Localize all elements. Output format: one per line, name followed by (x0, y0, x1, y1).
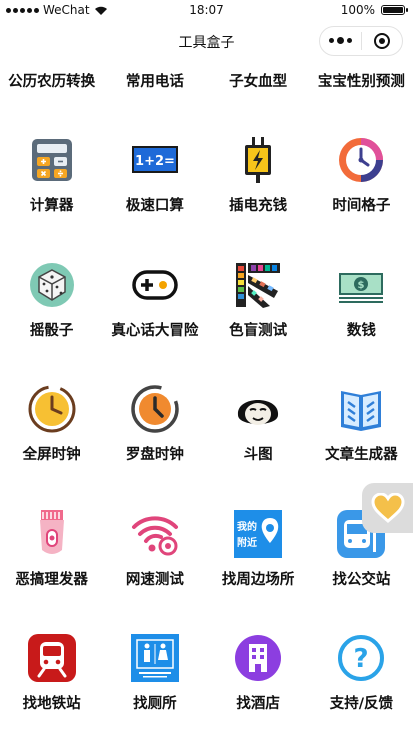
tool-row: 摇骰子 真心话大冒险 色盲测试 $ 数钱 (0, 261, 413, 361)
link-child-blood-type[interactable]: 子女血型 (207, 70, 310, 92)
tool-label: 找周边场所 (221, 572, 295, 588)
tool-row: 恶搞理发器 网速测试 我的 附近 找周边场所 找公交站 (0, 510, 413, 610)
tool-label: 时间格子 (332, 198, 391, 214)
tool-count-money[interactable]: $ 数钱 (310, 261, 413, 361)
link-common-phones[interactable]: 常用电话 (103, 70, 206, 92)
gamepad-icon (131, 261, 179, 309)
heart-icon (370, 493, 405, 523)
tool-label: 恶搞理发器 (15, 572, 88, 588)
tool-article-generator[interactable]: 文章生成器 (310, 385, 413, 485)
tool-label: 文章生成器 (325, 447, 398, 463)
tool-label: 数钱 (346, 323, 376, 339)
nearby-icon: 我的 附近 (234, 510, 283, 558)
tool-find-toilet[interactable]: 找厕所 (103, 634, 206, 734)
tool-row: 找地铁站 找厕所 找酒店 ? 支持/反馈 (0, 634, 413, 734)
subway-icon (27, 634, 76, 682)
fullscreen-clock-icon (28, 385, 76, 433)
battery-percent: 100% (340, 3, 375, 17)
tool-truth-or-dare[interactable]: 真心话大冒险 (103, 261, 206, 361)
svg-text:$: $ (358, 280, 365, 291)
clock-icon (337, 136, 385, 184)
nearby-icon-line2: 附近 (237, 536, 257, 549)
help-icon-glyph: ? (354, 644, 369, 674)
tool-find-subway[interactable]: 找地铁站 (0, 634, 103, 734)
money-icon: $ (337, 261, 385, 309)
svg-text:1+2=: 1+2= (135, 154, 175, 169)
tool-label: 全屏时钟 (22, 447, 81, 463)
tool-speed-test[interactable]: 网速测试 (103, 510, 206, 610)
tool-label: 找厕所 (133, 696, 177, 712)
tool-calculator[interactable]: 计算器 (0, 136, 103, 236)
nearby-icon-line1: 我的 (237, 520, 257, 533)
tool-label: 计算器 (29, 198, 74, 214)
tool-support-feedback[interactable]: ? 支持/反馈 (310, 634, 413, 734)
floating-favorite-button[interactable] (362, 483, 413, 533)
mini-program-capsule (319, 26, 403, 56)
tool-label: 插电充钱 (229, 198, 288, 214)
plug-icon (234, 136, 282, 184)
tool-label: 色盲测试 (229, 323, 288, 339)
top-links-row: 公历农历转换 常用电话 子女血型 宝宝性别预测 (0, 70, 413, 92)
dice-icon (28, 261, 76, 309)
palette-icon (234, 261, 282, 309)
tool-find-nearby[interactable]: 我的 附近 找周边场所 (207, 510, 310, 610)
tool-label: 斗图 (243, 447, 273, 463)
tool-time-grid[interactable]: 时间格子 (310, 136, 413, 236)
tool-label: 找地铁站 (22, 696, 81, 712)
tool-dice[interactable]: 摇骰子 (0, 261, 103, 361)
tool-color-blind-test[interactable]: 色盲测试 (207, 261, 310, 361)
tool-prank-hair-clipper[interactable]: 恶搞理发器 (0, 510, 103, 610)
help-icon: ? (337, 634, 385, 682)
tool-fullscreen-clock[interactable]: 全屏时钟 (0, 385, 103, 485)
battery-status: 100% (340, 3, 408, 17)
tool-label: 找酒店 (236, 696, 280, 712)
close-target-icon (373, 33, 390, 49)
tool-compass-clock[interactable]: 罗盘时钟 (103, 385, 206, 485)
tool-meme[interactable]: 斗图 (207, 385, 310, 485)
link-baby-gender[interactable]: 宝宝性别预测 (310, 70, 413, 92)
tool-label: 支持/反馈 (329, 696, 394, 712)
compass-clock-icon (131, 385, 179, 433)
close-button[interactable] (361, 33, 402, 49)
tool-label: 罗盘时钟 (125, 447, 184, 463)
wifi-icon (131, 510, 179, 558)
tool-label: 找公交站 (332, 572, 391, 588)
book-icon (337, 385, 385, 433)
tool-fast-math[interactable]: 1+2= 极速口算 (103, 136, 206, 236)
tool-row: 全屏时钟 罗盘时钟 斗图 文章生成器 (0, 385, 413, 485)
toilet-icon (130, 634, 179, 682)
navigation-bar: 工具盒子 (0, 22, 413, 62)
hotel-icon (234, 634, 282, 682)
tool-plug-charge[interactable]: 插电充钱 (207, 136, 310, 236)
tool-label: 真心话大冒险 (111, 323, 199, 339)
tool-find-hotel[interactable]: 找酒店 (207, 634, 310, 734)
tool-label: 摇骰子 (29, 323, 74, 339)
tool-label: 极速口算 (125, 198, 184, 214)
meme-face-icon (234, 385, 282, 433)
calculator-icon (28, 136, 76, 184)
link-lunar-converter[interactable]: 公历农历转换 (0, 70, 103, 92)
math-icon: 1+2= (131, 136, 179, 184)
battery-icon (381, 5, 408, 15)
tool-label: 网速测试 (125, 572, 184, 588)
status-bar: WeChat 18:07 100% (0, 0, 413, 22)
more-menu-button[interactable] (320, 37, 361, 44)
hair-clipper-icon (28, 510, 76, 558)
tool-row: 计算器 1+2= 极速口算 插电充钱 时间格子 (0, 136, 413, 236)
